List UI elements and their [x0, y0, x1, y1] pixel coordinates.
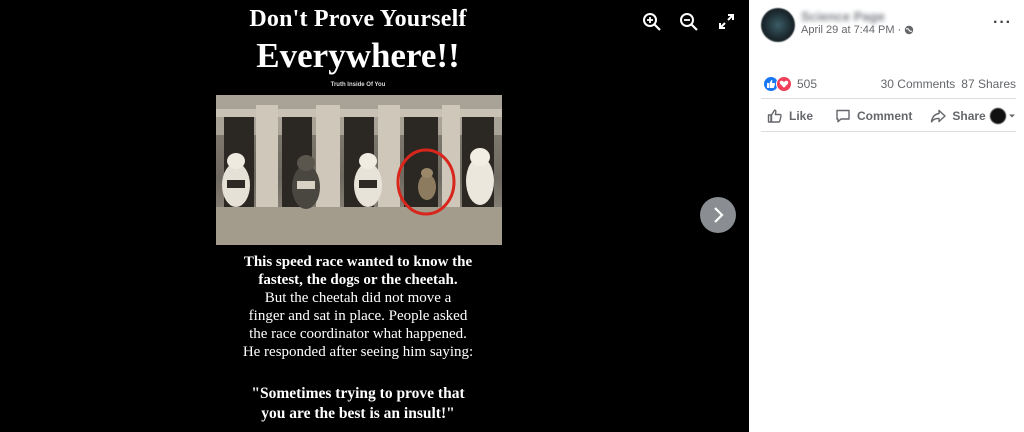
share-label: Share	[952, 109, 986, 123]
share-button[interactable]: Share	[930, 108, 986, 124]
user-avatar	[990, 108, 1006, 124]
poster-quote: "Sometimes trying to prove that you are …	[213, 384, 503, 424]
photo-viewer: Don't Prove Yourself Everywhere!! Truth …	[0, 0, 749, 432]
like-button[interactable]: Like	[767, 108, 813, 124]
chevron-right-icon	[714, 207, 724, 223]
share-arrow-icon	[931, 109, 947, 123]
post-timestamp: April 29 at 7:44 PM ·	[801, 24, 914, 36]
post-image: Don't Prove Yourself Everywhere!! Truth …	[213, 0, 503, 432]
comment-label: Comment	[857, 109, 913, 123]
zoom-in-icon[interactable]	[642, 12, 662, 32]
engagement-counts: 30 Comments 87 Shares	[881, 77, 1016, 91]
poster-quote-line: "Sometimes trying to prove that	[251, 385, 465, 402]
post-time-text[interactable]: April 29 at 7:44 PM	[801, 24, 895, 36]
reaction-as-selector[interactable]	[990, 108, 1016, 124]
separator-dot: ·	[897, 24, 902, 36]
reactions-summary[interactable]: 505	[763, 76, 817, 92]
comment-icon	[836, 109, 850, 123]
post-actions-bar: Like Comment Share	[761, 102, 1016, 130]
expand-icon[interactable]	[717, 12, 737, 32]
poster-quote-line: you are the best is an insult!"	[261, 405, 455, 422]
poster-body-line: finger and sat in place. People asked	[248, 308, 468, 324]
race-photo-illustration	[216, 95, 502, 245]
page-avatar[interactable]	[761, 8, 795, 42]
poster-body-line: the race coordinator what happened.	[249, 326, 467, 342]
poster-body-line: He responded after seeing him saying:	[242, 344, 474, 360]
page-name-link[interactable]: Science Page	[801, 9, 885, 24]
poster-body-line: fastest, the dogs or the cheetah.	[258, 272, 458, 288]
divider	[761, 98, 1016, 99]
shares-count-link[interactable]: 87 Shares	[961, 77, 1016, 91]
more-options-icon[interactable]: ···	[993, 14, 1012, 32]
globe-icon	[905, 25, 914, 35]
poster-body-line: But the cheetah did not move a	[264, 290, 452, 306]
reaction-count[interactable]: 505	[797, 77, 817, 91]
zoom-out-icon[interactable]	[679, 12, 699, 32]
love-reaction-icon	[776, 76, 792, 92]
poster-tagline: Truth Inside Of You	[330, 82, 386, 88]
thumbs-up-icon	[767, 109, 782, 123]
caret-down-icon	[1009, 114, 1015, 118]
race-photo	[216, 95, 502, 245]
post-details-panel: Science Page April 29 at 7:44 PM · ··· 5…	[749, 0, 1024, 432]
poster-body-line: This speed race wanted to know the	[243, 254, 473, 270]
divider	[761, 131, 1016, 132]
poster-title-line2: Everywhere!!	[256, 36, 460, 75]
next-photo-button[interactable]	[700, 197, 736, 233]
poster-story: This speed race wanted to know the faste…	[213, 253, 503, 361]
poster-title-line1: Don't Prove Yourself	[249, 6, 467, 32]
comments-count-link[interactable]: 30 Comments	[881, 77, 956, 91]
like-label: Like	[789, 109, 814, 123]
comment-button[interactable]: Comment	[835, 108, 912, 124]
